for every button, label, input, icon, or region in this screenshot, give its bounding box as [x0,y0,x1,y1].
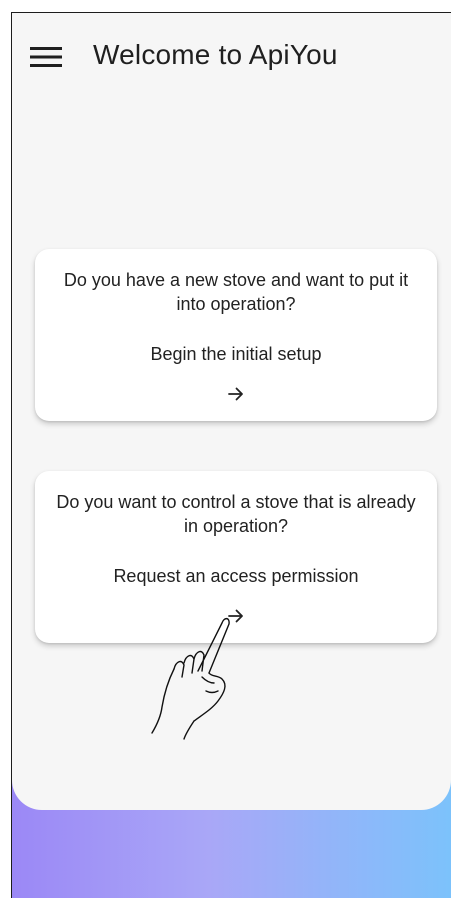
card-question: Do you have a new stove and want to put … [63,270,409,314]
frame-edge-left [11,12,12,898]
frame-edge-top [11,12,451,13]
access-permission-card[interactable]: Do you want to control a stove that is a… [35,471,437,643]
arrow-right-icon[interactable] [224,604,248,628]
initial-setup-card[interactable]: Do you have a new stove and want to put … [35,249,437,421]
app-bar: Welcome to ApiYou [12,13,451,97]
page-title: Welcome to ApiYou [93,39,338,70]
begin-initial-setup-link[interactable]: Begin the initial setup [35,344,437,365]
card-question: Do you want to control a stove that is a… [56,492,416,536]
app-screen: Welcome to ApiYou Do you have a new stov… [0,0,451,898]
menu-button[interactable] [26,39,66,75]
request-access-permission-link[interactable]: Request an access permission [35,566,437,587]
main-panel: Welcome to ApiYou Do you have a new stov… [12,13,451,810]
hamburger-menu-icon [30,47,62,67]
arrow-right-icon[interactable] [224,382,248,406]
